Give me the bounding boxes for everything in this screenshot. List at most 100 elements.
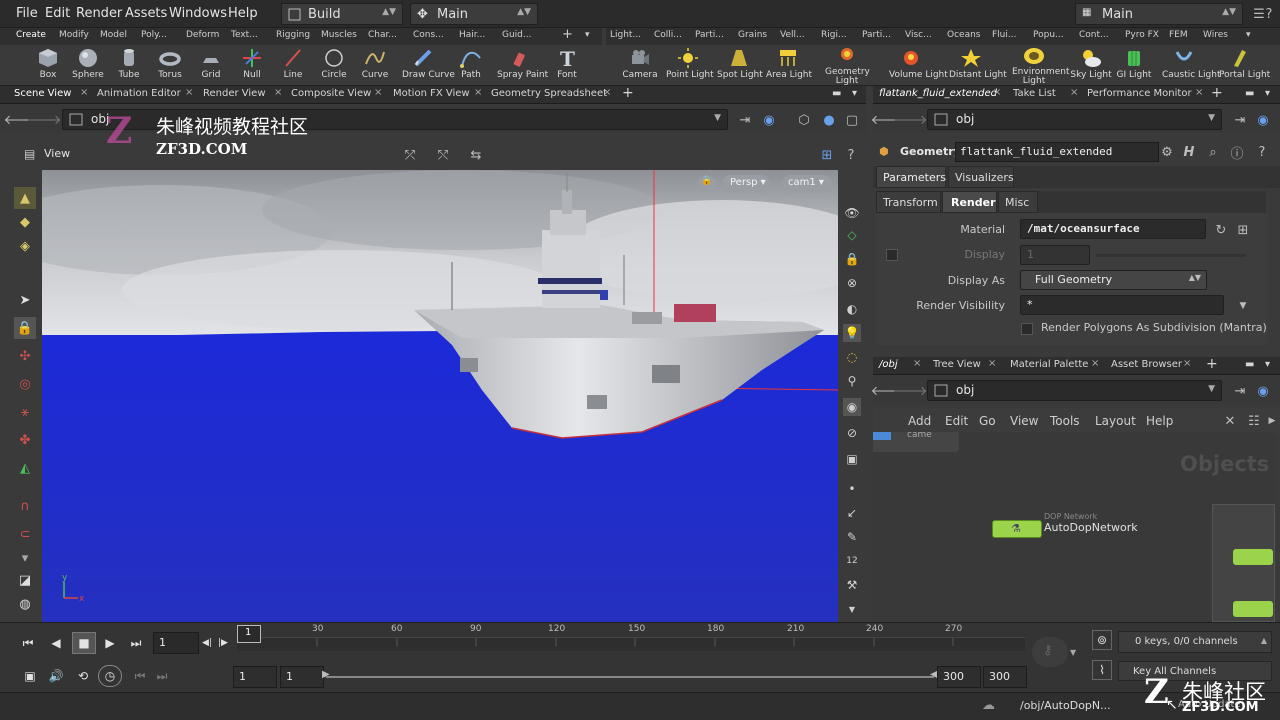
tool-spot-light[interactable]: Spot Light <box>717 48 763 80</box>
viewport-help-icon[interactable]: ? <box>842 146 860 164</box>
camera-node[interactable]: came <box>873 430 959 452</box>
wireframe-icon[interactable]: ⊘ <box>843 424 861 442</box>
shelf-tab-popu[interactable]: Popu... <box>1033 30 1064 40</box>
shelf-tab-flui[interactable]: Flui... <box>992 30 1016 40</box>
close-tab-icon[interactable]: × <box>1070 87 1078 98</box>
chevron-right-icon[interactable]: ▶ <box>1263 412 1280 430</box>
network-menu-help[interactable]: Help <box>1146 414 1173 428</box>
link-icon[interactable]: ◉ <box>1254 382 1272 400</box>
lock-icon[interactable]: 🔒 <box>843 250 861 268</box>
status-node-path[interactable]: /obj/AutoDopN... <box>1020 699 1111 712</box>
close-tab-icon[interactable]: × <box>1091 358 1099 369</box>
tool-circle[interactable]: Circle <box>312 48 356 80</box>
shelf-tab-wires[interactable]: Wires <box>1203 30 1228 40</box>
shelf-tab-char[interactable]: Char... <box>368 30 397 40</box>
shelf-tab-modify[interactable]: Modify <box>59 30 89 40</box>
shelf-menu-icon[interactable]: ▾ <box>1246 30 1251 40</box>
close-tab-icon[interactable]: × <box>374 87 382 98</box>
play-icon[interactable]: ▶ <box>98 632 122 654</box>
forward-arrow-icon[interactable]: 🡒 <box>893 382 928 400</box>
jump-icon[interactable]: ↻ <box>1212 221 1230 239</box>
pane-menu-icon[interactable]: ▾ <box>1265 88 1270 99</box>
network-menu-view[interactable]: View <box>1010 414 1038 428</box>
display-geo-icon[interactable]: ◇ <box>843 226 861 244</box>
menu-windows[interactable]: Windows <box>169 6 227 21</box>
tool-draw-curve[interactable]: Draw Curve <box>402 48 455 80</box>
tool-camera[interactable]: Camera <box>618 48 662 80</box>
play-reverse-icon[interactable]: ◀ <box>44 632 68 654</box>
display-field[interactable]: 1 <box>1020 245 1090 265</box>
shelf-tab-oceans[interactable]: Oceans <box>947 30 980 40</box>
help-icon[interactable]: ? <box>1260 5 1278 23</box>
range-slider[interactable] <box>326 676 934 678</box>
add-tab-icon[interactable]: + <box>622 85 634 101</box>
dot-icon[interactable]: • <box>843 480 861 498</box>
rotate-tool-icon[interactable]: ◎ <box>14 373 36 395</box>
search-icon[interactable]: ⌕ <box>1204 143 1222 161</box>
tool-portal-light[interactable]: Portal Light <box>1219 48 1270 80</box>
autodopnetwork-node[interactable]: ⚗ <box>992 520 1042 538</box>
scale-tool-icon[interactable]: ⚹ <box>14 401 36 423</box>
shelf-tab-cont[interactable]: Cont... <box>1079 30 1109 40</box>
shelf-tab-pyrofx[interactable]: Pyro FX <box>1125 30 1159 40</box>
audio-icon[interactable]: 🔊 <box>44 665 68 687</box>
add-tab-icon[interactable]: + <box>1206 356 1218 372</box>
lock-tool-icon[interactable]: 🔒 <box>14 317 36 339</box>
list-view-icon[interactable]: ☷ <box>1245 412 1263 430</box>
tab-render-view[interactable]: Render View <box>203 88 266 99</box>
3d-viewport[interactable]: y x 🔒 Persp ▾ cam1 ▾ <box>42 170 838 622</box>
network-overview[interactable] <box>1212 504 1275 622</box>
tool-line[interactable]: Line <box>271 48 315 80</box>
pin-icon[interactable]: ⇥ <box>736 111 754 129</box>
pose-tool-icon[interactable]: ✤ <box>14 429 36 451</box>
shelf-tab-parti2[interactable]: Parti... <box>862 30 891 40</box>
render-visibility-field[interactable]: * <box>1020 295 1224 315</box>
menu-help[interactable]: Help <box>228 6 258 21</box>
network-editor[interactable]: came Objects DOP Network ⚗ AutoDopNetwor… <box>873 430 1275 622</box>
pin-icon[interactable]: ⇥ <box>1231 382 1249 400</box>
desktop-right-dropdown[interactable]: ▦ Main ▲▼ <box>1075 3 1243 25</box>
shelf-tab-parti[interactable]: Parti... <box>695 30 724 40</box>
chevron-down-icon[interactable]: ▼ <box>1234 297 1252 315</box>
tab-asset-browser[interactable]: Asset Browser <box>1111 359 1182 370</box>
numbers-icon[interactable]: 12 <box>843 552 861 570</box>
node-name-field[interactable]: flattank_fluid_extended <box>955 142 1159 162</box>
tab-motion-fx-view[interactable]: Motion FX View <box>393 88 470 99</box>
tab-scene-view[interactable]: Scene View <box>14 88 71 99</box>
shelf-tab-fem[interactable]: FEM <box>1169 30 1188 40</box>
graph-icon[interactable]: ⌇ <box>1092 660 1112 680</box>
loop-icon[interactable]: ⟲ <box>71 665 95 687</box>
material-field[interactable]: /mat/oceansurface <box>1020 219 1206 239</box>
view-menu-label[interactable]: View <box>44 147 70 160</box>
params-path-field[interactable]: obj ▼ <box>927 109 1222 130</box>
close-tab-icon[interactable]: × <box>1183 358 1191 369</box>
brush-tool-icon[interactable]: ◈ <box>14 235 36 257</box>
range-start2-field[interactable]: 1 <box>280 666 324 688</box>
shelf-tab-poly[interactable]: Poly... <box>141 30 167 40</box>
tool-spray-paint[interactable]: Spray Paint <box>497 48 548 80</box>
display-as-dropdown[interactable]: Full Geometry ▲▼ <box>1020 270 1207 290</box>
tab-transform[interactable]: Transform <box>876 191 941 213</box>
shelf-tab-guid[interactable]: Guid... <box>502 30 531 40</box>
autodopnetwork-label[interactable]: AutoDopNetwork <box>1044 521 1138 534</box>
menu-edit[interactable]: Edit <box>45 6 70 21</box>
hda-icon[interactable]: H <box>1180 143 1198 161</box>
menu-render[interactable]: Render <box>76 6 122 21</box>
persp-button[interactable]: Persp ▾ <box>722 175 770 193</box>
tool-path[interactable]: Path <box>449 48 493 80</box>
tab-render[interactable]: Render <box>942 191 997 213</box>
gear-icon[interactable]: ⚙ <box>1158 143 1176 161</box>
close-tab-icon[interactable]: × <box>474 87 482 98</box>
tool-geometry-light[interactable]: Geometry Light <box>825 46 870 86</box>
tool-torus[interactable]: Torus <box>148 48 192 80</box>
tab-take-list[interactable]: Take List <box>1013 88 1056 99</box>
add-tab-icon[interactable]: + <box>1211 85 1223 101</box>
pane-menu-icon[interactable]: ▾ <box>1265 359 1270 370</box>
range-left-handle-icon[interactable]: ▶ <box>322 669 330 680</box>
shelf-tab-light[interactable]: Light... <box>610 30 641 40</box>
chevron-down-icon[interactable]: ▼ <box>843 600 861 618</box>
tool-gi-light[interactable]: GI Light <box>1112 48 1156 80</box>
shelf-tab-rigging[interactable]: Rigging <box>276 30 310 40</box>
draw-icon[interactable]: ✎ <box>843 528 861 546</box>
tool-curve[interactable]: Curve <box>353 48 397 80</box>
